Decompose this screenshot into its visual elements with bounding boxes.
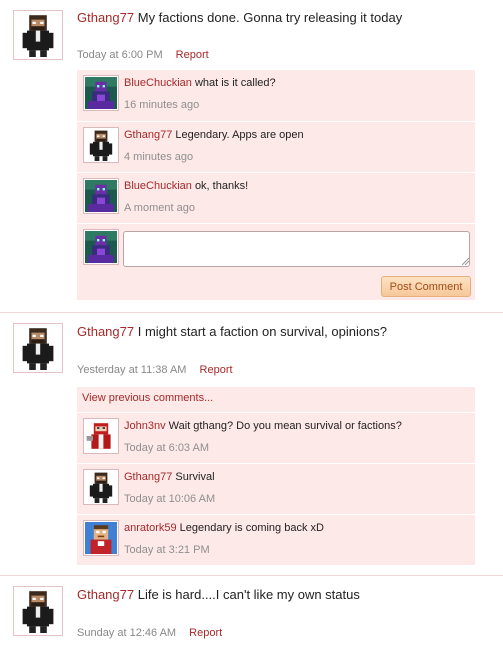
comment: BlueChuckian what is it called? 16 minut…	[77, 70, 475, 120]
minecraft-skin-avatar-icon	[85, 180, 117, 212]
comment-timestamp: Today at 3:21 PM	[124, 544, 210, 556]
commenter-avatar[interactable]	[83, 418, 119, 454]
post-body: Life is hard....I can't like my own stat…	[137, 587, 360, 602]
comment-form: Post Comment	[77, 223, 475, 301]
comment-author-link[interactable]: BlueChuckian	[124, 77, 192, 89]
minecraft-skin-avatar-icon	[85, 471, 117, 503]
comment-text: anratork59 Legendary is coming back xD	[124, 522, 324, 534]
comment-timestamp: 4 minutes ago	[124, 151, 194, 163]
post-meta: Yesterday at 11:38 AM Report	[77, 364, 233, 376]
comment-text: BlueChuckian ok, thanks!	[124, 180, 248, 192]
post-timestamp[interactable]: Sunday at 12:46 AM	[77, 627, 176, 639]
comment: anratork59 Legendary is coming back xD T…	[77, 514, 475, 565]
comment-input[interactable]	[123, 231, 470, 267]
comment-author-link[interactable]: John3nv	[124, 420, 166, 432]
minecraft-skin-avatar-icon	[16, 326, 60, 370]
comment-author-link[interactable]: Gthang77	[124, 129, 172, 141]
minecraft-skin-avatar-icon	[16, 13, 60, 57]
minecraft-skin-avatar-icon	[16, 589, 60, 633]
post-author-link[interactable]: Gthang77	[77, 10, 134, 25]
poster-avatar[interactable]	[13, 10, 63, 60]
comment: BlueChuckian ok, thanks! A moment ago	[77, 172, 475, 223]
commenter-avatar[interactable]	[83, 469, 119, 505]
post-author-link[interactable]: Gthang77	[77, 587, 134, 602]
comment-text: BlueChuckian what is it called?	[124, 77, 276, 89]
comment-body: Legendary. Apps are open	[175, 129, 304, 141]
report-link[interactable]: Report	[200, 364, 233, 376]
view-previous-row: View previous comments...	[77, 387, 475, 411]
minecraft-skin-avatar-icon	[85, 420, 117, 452]
minecraft-skin-avatar-icon	[85, 77, 117, 109]
commenter-avatar[interactable]	[83, 520, 119, 556]
minecraft-skin-avatar-icon	[85, 231, 117, 263]
post-comment-button[interactable]: Post Comment	[381, 276, 471, 297]
comment-text: John3nv Wait gthang? Do you mean surviva…	[124, 420, 402, 432]
comment-list: View previous comments... John3nv Wait g…	[77, 387, 475, 565]
current-user-avatar	[83, 229, 119, 265]
resize-handle-icon[interactable]	[462, 258, 469, 265]
comment: Gthang77 Survival Today at 10:06 AM	[77, 463, 475, 514]
status-post: Gthang77 My factions done. Gonna try rel…	[0, 0, 503, 310]
minecraft-skin-avatar-icon	[85, 129, 117, 161]
post-meta: Sunday at 12:46 AM Report	[77, 627, 222, 639]
comment-body: Legendary is coming back xD	[179, 522, 324, 534]
poster-avatar[interactable]	[13, 586, 63, 636]
comment-timestamp: 16 minutes ago	[124, 99, 200, 111]
commenter-avatar[interactable]	[83, 75, 119, 111]
view-previous-comments-link[interactable]: View previous comments...	[82, 392, 213, 404]
report-link[interactable]: Report	[176, 49, 209, 61]
minecraft-skin-avatar-icon	[85, 522, 117, 554]
comment-timestamp: Today at 10:06 AM	[124, 493, 216, 505]
comment-text: Gthang77 Survival	[124, 471, 215, 483]
comment-timestamp: A moment ago	[124, 202, 195, 214]
report-link[interactable]: Report	[189, 627, 222, 639]
post-message: Gthang77 Life is hard....I can't like my…	[77, 587, 360, 602]
post-body: I might start a faction on survival, opi…	[137, 324, 388, 339]
comment-timestamp: Today at 6:03 AM	[124, 442, 209, 454]
comment-body: ok, thanks!	[194, 180, 249, 192]
comment-body: what is it called?	[194, 77, 276, 89]
comment-author-link[interactable]: anratork59	[124, 522, 177, 534]
commenter-avatar[interactable]	[83, 127, 119, 163]
status-post: Gthang77 Life is hard....I can't like my…	[0, 576, 503, 647]
poster-avatar[interactable]	[13, 323, 63, 373]
commenter-avatar[interactable]	[83, 178, 119, 214]
comment-body: Wait gthang? Do you mean survival or fac…	[168, 420, 402, 432]
comment-list: BlueChuckian what is it called? 16 minut…	[77, 70, 475, 300]
comment-body: Survival	[175, 471, 215, 483]
comment: Gthang77 Legendary. Apps are open 4 minu…	[77, 121, 475, 172]
comment: John3nv Wait gthang? Do you mean surviva…	[77, 412, 475, 463]
comment-author-link[interactable]: Gthang77	[124, 471, 172, 483]
post-body: My factions done. Gonna try releasing it…	[137, 10, 403, 25]
post-timestamp[interactable]: Yesterday at 11:38 AM	[77, 364, 186, 376]
post-meta: Today at 6:00 PM Report	[77, 49, 209, 61]
status-post: Gthang77 I might start a faction on surv…	[0, 313, 503, 573]
post-timestamp[interactable]: Today at 6:00 PM	[77, 49, 163, 61]
comment-text: Gthang77 Legendary. Apps are open	[124, 129, 304, 141]
post-message: Gthang77 I might start a faction on surv…	[77, 324, 387, 339]
post-message: Gthang77 My factions done. Gonna try rel…	[77, 10, 402, 25]
post-author-link[interactable]: Gthang77	[77, 324, 134, 339]
comment-author-link[interactable]: BlueChuckian	[124, 180, 192, 192]
